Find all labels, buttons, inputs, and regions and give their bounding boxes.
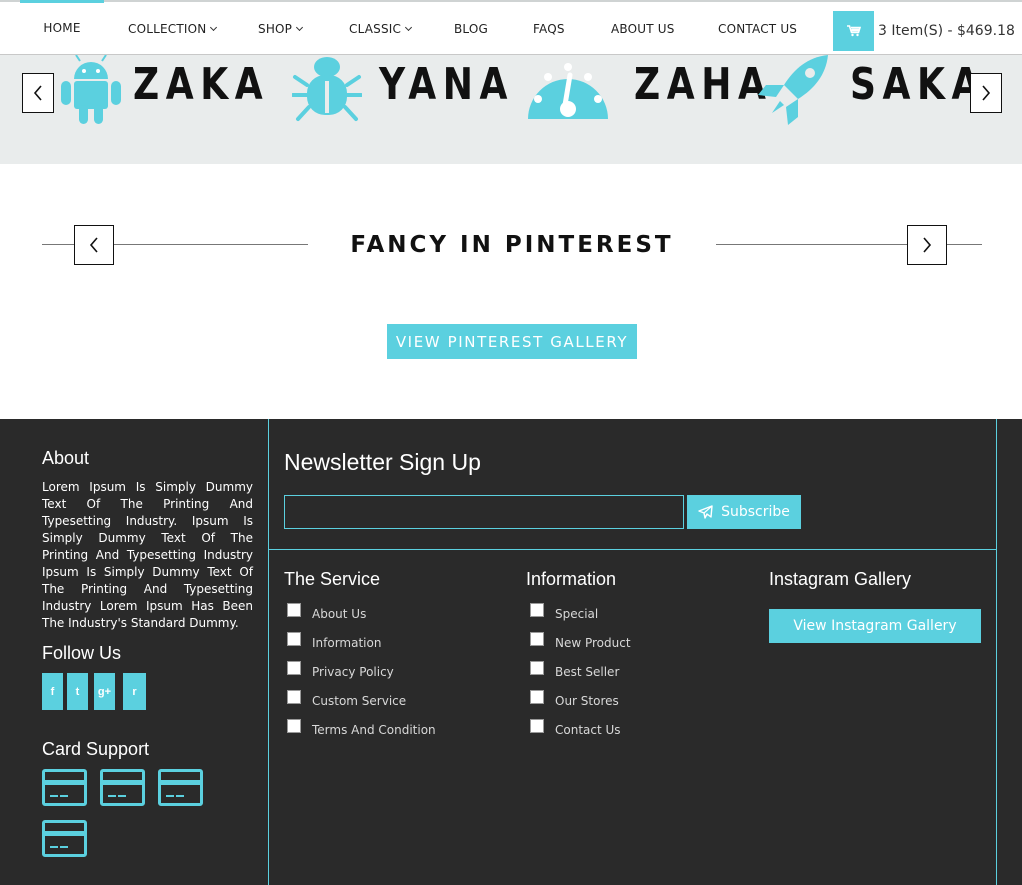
section-title: FANCY IN PINTEREST <box>350 232 674 258</box>
checkbox[interactable] <box>287 602 301 617</box>
link-label: New Product <box>555 635 631 650</box>
chevron-down-icon <box>210 23 218 32</box>
nav-item-shop[interactable]: SHOP <box>258 4 304 54</box>
checkbox[interactable] <box>530 689 544 704</box>
instagram-heading: Instagram Gallery <box>769 569 912 589</box>
link-label: Custom Service <box>312 693 407 708</box>
checkbox[interactable] <box>530 631 544 646</box>
chevron-right-icon <box>982 85 991 101</box>
twitter-icon[interactable]: t <box>67 673 88 710</box>
brand-next-button[interactable] <box>970 73 1002 113</box>
chevron-right-icon <box>923 237 932 253</box>
divider-line <box>996 419 997 885</box>
checkbox[interactable] <box>530 602 544 617</box>
info-link-best-seller[interactable]: Best Seller <box>530 657 631 686</box>
top-navigation: HOME COLLECTION SHOP CLASSIC BLOG FAQS A… <box>0 0 1022 55</box>
link-label: Best Seller <box>555 664 620 679</box>
facebook-icon[interactable]: f <box>42 673 63 710</box>
link-label: Our Stores <box>555 693 619 708</box>
credit-card-icon <box>100 769 145 806</box>
newsletter-email-input[interactable] <box>284 495 684 529</box>
checkbox[interactable] <box>287 631 301 646</box>
divider-line <box>268 549 996 550</box>
link-label: Special <box>555 606 599 621</box>
link-label: Contact Us <box>555 722 621 737</box>
cart-icon <box>846 25 861 37</box>
link-label: About Us <box>312 606 367 621</box>
checkbox[interactable] <box>287 689 301 704</box>
brand-name: YANA <box>379 59 514 110</box>
link-label: Information <box>312 635 382 650</box>
chevron-down-icon <box>405 23 413 32</box>
newsletter-heading: Newsletter Sign Up <box>284 449 481 475</box>
service-link-about-us[interactable]: About Us <box>287 599 436 628</box>
brand-name: SAKA <box>850 59 987 110</box>
subscribe-button[interactable]: Subscribe <box>687 495 801 529</box>
info-link-special[interactable]: Special <box>530 599 631 628</box>
checkbox[interactable] <box>530 660 544 675</box>
nav-item-classic[interactable]: CLASSIC <box>349 4 413 54</box>
credit-card-icon <box>42 769 87 806</box>
nav-label: COLLECTION <box>128 22 207 36</box>
brand-carousel: ZAKA YANA ZAHA SAKA <box>0 55 1022 164</box>
credit-card-icon <box>158 769 203 806</box>
info-link-new-product[interactable]: New Product <box>530 628 631 657</box>
nav-label: CONTACT US <box>718 22 798 36</box>
rocket-icon <box>758 55 828 125</box>
nav-label: ABOUT US <box>611 22 675 36</box>
link-label: Privacy Policy <box>312 664 394 679</box>
brand-prev-button[interactable] <box>22 73 54 113</box>
nav-item-blog[interactable]: BLOG <box>454 4 488 54</box>
footer: About Lorem Ipsum Is Simply Dummy Text O… <box>0 419 1022 885</box>
nav-label: BLOG <box>454 22 489 36</box>
bug-icon <box>292 57 362 121</box>
divider-line <box>268 419 269 885</box>
rss-icon[interactable]: r <box>123 673 146 710</box>
service-link-custom-service[interactable]: Custom Service <box>287 686 436 715</box>
nav-item-collection[interactable]: COLLECTION <box>128 4 218 54</box>
service-links: About Us Information Privacy Policy Cust… <box>287 599 436 744</box>
about-text: Lorem Ipsum Is Simply Dummy Text Of The … <box>42 480 253 630</box>
view-pinterest-gallery-button[interactable]: VIEW PINTEREST GALLERY <box>387 324 637 359</box>
info-link-contact-us[interactable]: Contact Us <box>530 715 631 744</box>
nav-item-faqs[interactable]: FAQS <box>533 4 565 54</box>
chevron-left-icon <box>89 237 98 253</box>
info-link-our-stores[interactable]: Our Stores <box>530 686 631 715</box>
checkbox[interactable] <box>287 718 301 733</box>
nav-label: SHOP <box>258 22 293 36</box>
pinterest-prev-button[interactable] <box>74 225 114 265</box>
google-plus-icon[interactable]: g+ <box>94 673 115 710</box>
service-link-privacy-policy[interactable]: Privacy Policy <box>287 657 436 686</box>
nav-label: FAQS <box>533 22 565 36</box>
brand-name: ZAKA <box>133 59 270 110</box>
link-label: Terms And Condition <box>312 722 436 737</box>
android-icon <box>61 55 121 124</box>
cart-summary[interactable]: 3 Item(S) - $469.18 <box>878 10 1015 52</box>
subscribe-label: Subscribe <box>721 504 790 520</box>
nav-item-home[interactable]: HOME <box>20 0 104 50</box>
checkbox[interactable] <box>287 660 301 675</box>
nav-item-about-us[interactable]: ABOUT US <box>611 4 675 54</box>
view-instagram-gallery-button[interactable]: View Instagram Gallery <box>769 609 981 643</box>
service-link-information[interactable]: Information <box>287 628 436 657</box>
information-links: Special New Product Best Seller Our Stor… <box>530 599 631 744</box>
chevron-down-icon <box>296 23 304 32</box>
credit-card-icon <box>42 820 87 857</box>
nav-label: HOME <box>43 21 81 35</box>
pinterest-next-button[interactable] <box>907 225 947 265</box>
information-heading: Information <box>526 569 617 589</box>
speedometer-icon <box>528 63 608 119</box>
service-link-terms[interactable]: Terms And Condition <box>287 715 436 744</box>
card-support-heading: Card Support <box>42 739 150 759</box>
send-icon <box>698 505 713 519</box>
checkbox[interactable] <box>530 718 544 733</box>
service-heading: The Service <box>284 569 381 589</box>
nav-label: CLASSIC <box>349 22 402 36</box>
brand-name: ZAHA <box>634 59 773 110</box>
about-heading: About <box>42 448 90 468</box>
nav-item-contact-us[interactable]: CONTACT US <box>718 4 797 54</box>
chevron-left-icon <box>33 85 42 101</box>
cart-button[interactable] <box>833 11 874 51</box>
follow-us-heading: Follow Us <box>42 643 122 663</box>
